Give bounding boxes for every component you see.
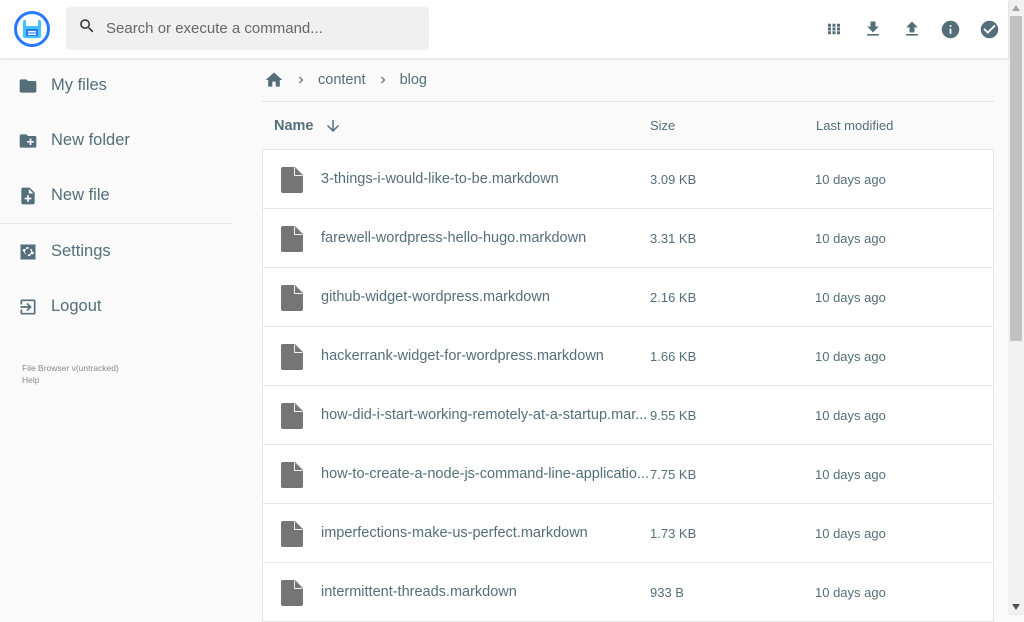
- file-icon: [281, 226, 303, 257]
- sidebar: My files New folder New file Settings Lo…: [0, 58, 232, 386]
- file-modified: 10 days ago: [815, 585, 886, 600]
- file-row[interactable]: 3-things-i-would-like-to-be.markdown 3.0…: [263, 150, 993, 209]
- file-size: 2.16 KB: [650, 290, 697, 305]
- file-name: hackerrank-widget-for-wordpress.markdown: [321, 348, 604, 364]
- chevron-right-icon: [376, 73, 390, 87]
- info-icon[interactable]: [931, 15, 970, 43]
- sidebar-item-my-files[interactable]: My files: [0, 58, 232, 113]
- column-name-label: Name: [274, 117, 314, 134]
- file-icon: [281, 462, 303, 493]
- column-headers: Name Size Last modified: [262, 102, 994, 149]
- file-row[interactable]: github-widget-wordpress.markdown 2.16 KB…: [263, 268, 993, 327]
- file-size: 7.75 KB: [650, 467, 697, 482]
- file-size: 1.66 KB: [650, 349, 697, 364]
- file-name: how-to-create-a-node-js-command-line-app…: [321, 466, 649, 482]
- new-folder-icon: [18, 131, 38, 151]
- scroll-down-arrow-icon[interactable]: [1008, 599, 1024, 615]
- file-icon: [281, 167, 303, 198]
- download-icon[interactable]: [853, 15, 892, 43]
- file-list: 3-things-i-would-like-to-be.markdown 3.0…: [262, 149, 994, 622]
- file-modified: 10 days ago: [815, 408, 886, 423]
- sidebar-item-logout[interactable]: Logout: [0, 279, 232, 334]
- file-row[interactable]: farewell-wordpress-hello-hugo.markdown 3…: [263, 209, 993, 268]
- column-size-header[interactable]: Size: [650, 118, 675, 133]
- home-icon[interactable]: [264, 70, 284, 90]
- file-size: 933 B: [650, 585, 684, 600]
- sidebar-item-label: Logout: [51, 297, 102, 315]
- file-name: github-widget-wordpress.markdown: [321, 289, 550, 305]
- breadcrumb-item-blog[interactable]: blog: [400, 72, 427, 88]
- file-listing: content blog Name Size Last modified 3-t…: [262, 58, 994, 622]
- file-modified: 10 days ago: [815, 467, 886, 482]
- scrollbar-thumb[interactable]: [1010, 16, 1022, 341]
- file-row[interactable]: how-did-i-start-working-remotely-at-a-st…: [263, 386, 993, 445]
- logout-icon: [18, 297, 38, 317]
- folder-icon: [18, 76, 38, 96]
- new-file-icon: [18, 186, 38, 206]
- chevron-right-icon: [294, 73, 308, 87]
- file-icon: [281, 403, 303, 434]
- search-icon: [78, 17, 96, 40]
- file-row[interactable]: imperfections-make-us-perfect.markdown 1…: [263, 504, 993, 563]
- version-text: File Browser v(untracked): [22, 363, 119, 373]
- file-modified: 10 days ago: [815, 172, 886, 187]
- upload-icon[interactable]: [892, 15, 931, 43]
- file-modified: 10 days ago: [815, 349, 886, 364]
- sort-arrow-down-icon[interactable]: [324, 117, 342, 135]
- file-row[interactable]: intermittent-threads.markdown 933 B 10 d…: [263, 563, 993, 622]
- breadcrumb-item-content[interactable]: content: [318, 72, 366, 88]
- file-modified: 10 days ago: [815, 526, 886, 541]
- sidebar-item-label: New folder: [51, 131, 130, 149]
- search-input[interactable]: [106, 20, 406, 37]
- file-icon: [281, 521, 303, 552]
- file-size: 9.55 KB: [650, 408, 697, 423]
- sidebar-item-settings[interactable]: Settings: [0, 224, 232, 279]
- file-name: 3-things-i-would-like-to-be.markdown: [321, 171, 559, 187]
- sidebar-item-new-file[interactable]: New file: [0, 168, 232, 223]
- file-icon: [281, 580, 303, 611]
- file-size: 1.73 KB: [650, 526, 697, 541]
- select-check-icon[interactable]: [970, 15, 1009, 43]
- grid-view-icon[interactable]: [814, 15, 853, 43]
- app-logo-icon[interactable]: [14, 11, 50, 47]
- scroll-up-arrow-icon[interactable]: [1008, 0, 1024, 16]
- search-box[interactable]: [66, 7, 429, 50]
- file-modified: 10 days ago: [815, 290, 886, 305]
- file-icon: [281, 344, 303, 375]
- file-row[interactable]: how-to-create-a-node-js-command-line-app…: [263, 445, 993, 504]
- sidebar-item-label: My files: [51, 76, 107, 94]
- file-size: 3.09 KB: [650, 172, 697, 187]
- file-modified: 10 days ago: [815, 231, 886, 246]
- file-name: farewell-wordpress-hello-hugo.markdown: [321, 230, 587, 246]
- file-icon: [281, 285, 303, 316]
- file-name: intermittent-threads.markdown: [321, 584, 517, 600]
- column-name-header[interactable]: Name: [274, 117, 342, 135]
- file-row[interactable]: hackerrank-widget-for-wordpress.markdown…: [263, 327, 993, 386]
- help-link[interactable]: Help: [22, 374, 232, 386]
- file-name: how-did-i-start-working-remotely-at-a-st…: [321, 407, 648, 423]
- column-modified-header[interactable]: Last modified: [816, 118, 893, 133]
- top-bar: [0, 0, 1008, 58]
- breadcrumb: content blog: [262, 58, 994, 102]
- file-name: imperfections-make-us-perfect.markdown: [321, 525, 588, 541]
- scrollbar[interactable]: [1008, 0, 1024, 615]
- sidebar-item-label: New file: [51, 186, 110, 204]
- sidebar-item-new-folder[interactable]: New folder: [0, 113, 232, 168]
- file-size: 3.31 KB: [650, 231, 697, 246]
- sidebar-item-label: Settings: [51, 242, 111, 260]
- settings-icon: [18, 242, 38, 262]
- credits: File Browser v(untracked) Help: [0, 362, 232, 386]
